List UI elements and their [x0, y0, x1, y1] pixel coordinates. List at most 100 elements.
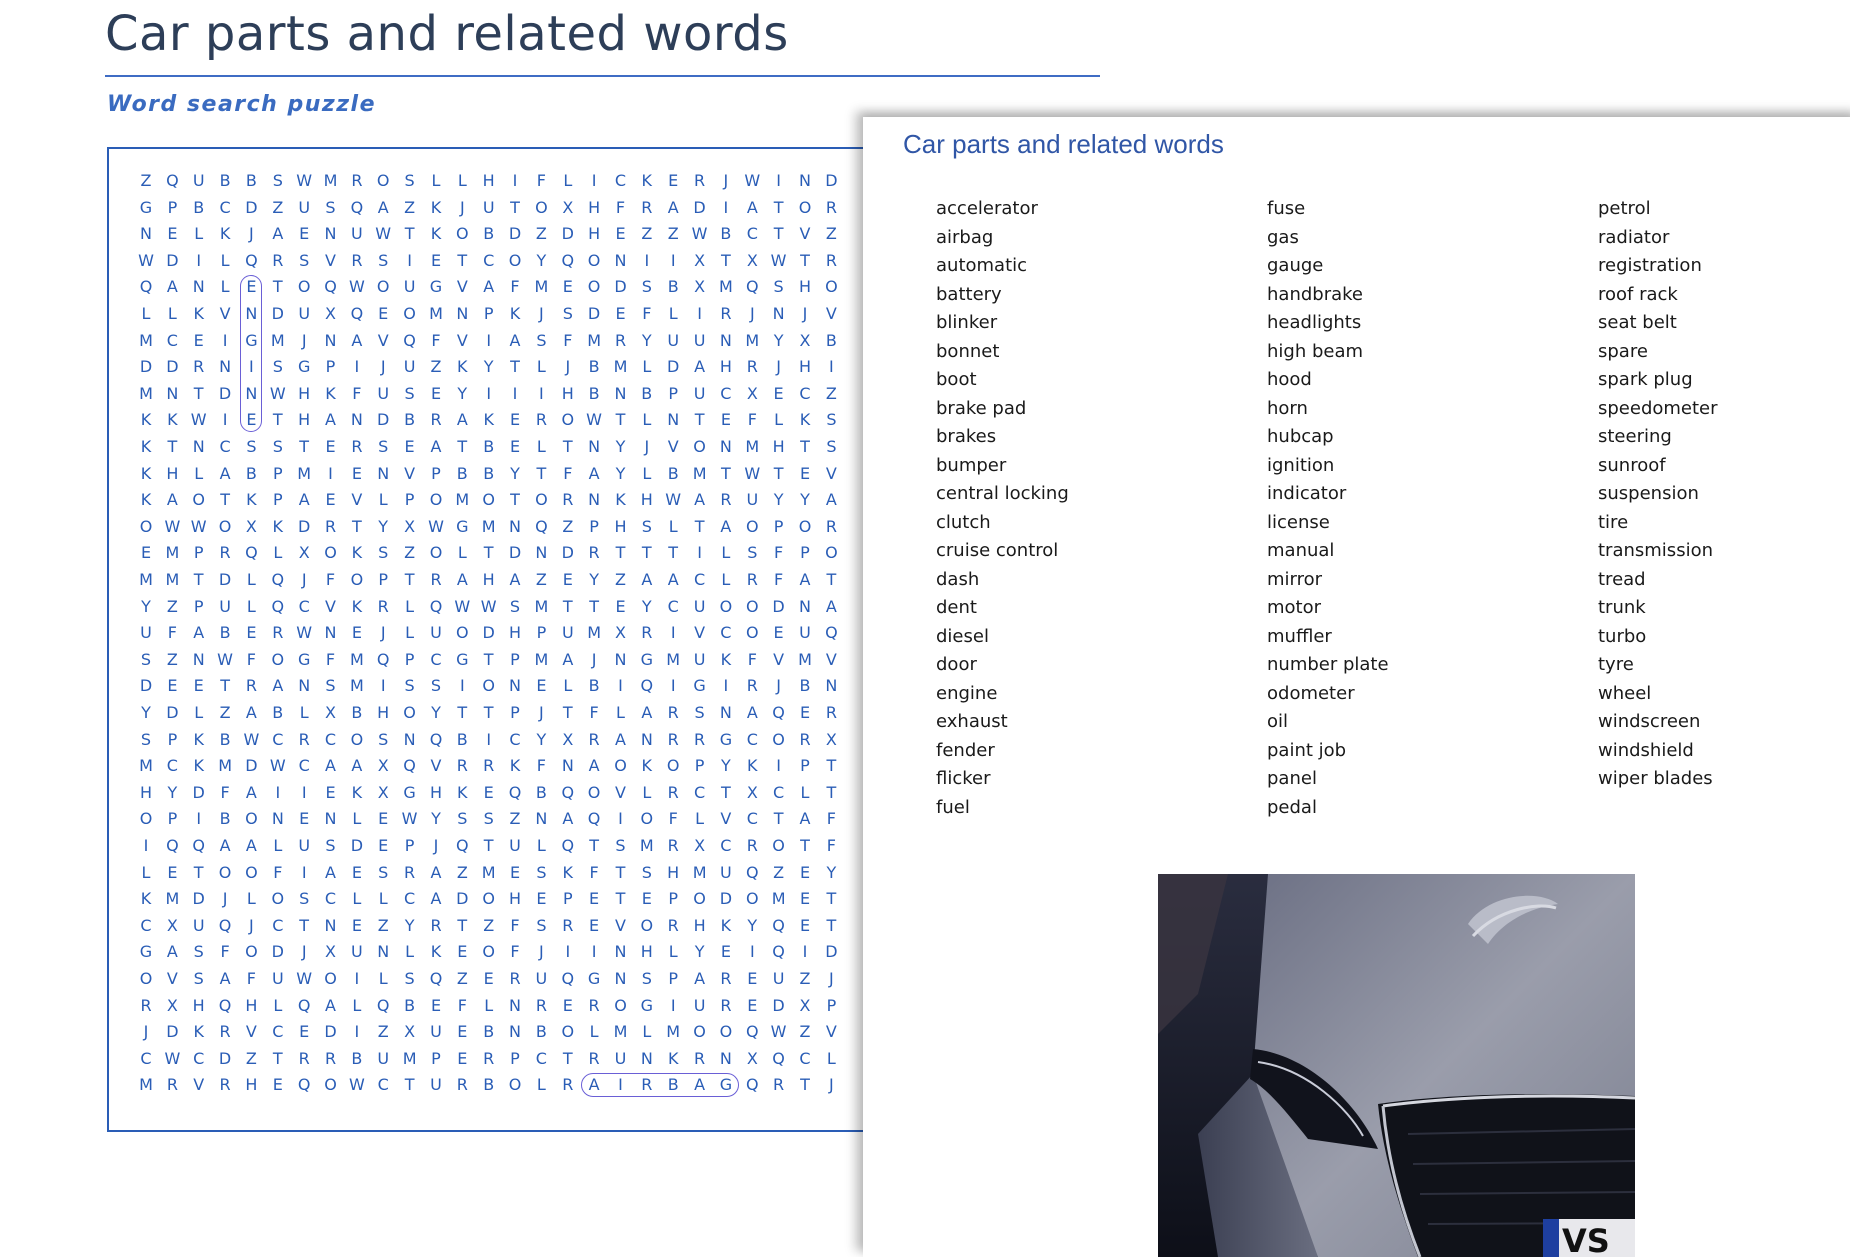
grid-letter: M — [139, 383, 153, 403]
word-list-item: suspension — [1598, 483, 1699, 504]
grid-letter: Q — [746, 1075, 759, 1095]
word-list-item: tread — [1598, 568, 1646, 590]
grid-letter: L — [668, 516, 678, 536]
grid-letter: J — [776, 676, 781, 696]
grid-letter: S — [694, 703, 705, 722]
grid-letter: F — [325, 649, 336, 669]
word-list-title: Car parts and related words — [903, 129, 1224, 159]
grid-letter: P — [378, 570, 389, 589]
grid-letter: E — [641, 889, 652, 909]
grid-letter: S — [140, 649, 152, 669]
grid-letter: F — [510, 942, 520, 962]
grid-letter: O — [139, 516, 153, 536]
grid-letter: A — [272, 676, 284, 696]
grid-letter: R — [430, 915, 442, 935]
grid-letter: N — [350, 410, 363, 430]
grid-letter: T — [721, 463, 731, 483]
grid-letter: O — [693, 437, 706, 456]
grid-letter: E — [720, 942, 731, 962]
grid-letter: I — [591, 171, 597, 190]
grid-letter: H — [508, 623, 522, 643]
grid-letter: L — [299, 703, 309, 722]
grid-letter: N — [324, 809, 337, 829]
grid-letter: A — [483, 277, 495, 297]
grid-letter: R — [667, 729, 679, 749]
grid-letter: Z — [483, 915, 495, 935]
grid-letter: O — [693, 889, 706, 909]
grid-letter: E — [509, 437, 521, 456]
grid-letter: S — [536, 330, 547, 350]
grid-letter: P — [694, 756, 705, 776]
grid-letter: C — [746, 729, 758, 749]
grid-letter: D — [192, 782, 205, 802]
grid-letter: D — [350, 836, 364, 855]
grid-letter: Z — [404, 543, 416, 563]
grid-letter: X — [615, 623, 626, 643]
grid-letter: A — [456, 410, 468, 430]
grid-letter: J — [776, 357, 781, 377]
grid-letter: T — [694, 410, 705, 430]
grid-letter: E — [167, 862, 178, 882]
grid-letter: C — [799, 383, 811, 403]
grid-letter: C — [535, 1048, 547, 1068]
grid-letter: S — [325, 676, 336, 696]
grid-letter: D — [587, 304, 601, 323]
word-list-item: petrol — [1598, 198, 1651, 219]
grid-letter: P — [404, 490, 415, 510]
grid-letter: Z — [641, 224, 653, 244]
grid-letter: M — [534, 277, 549, 297]
grid-letter: P — [589, 516, 599, 536]
word-list-item: automatic — [936, 255, 1028, 276]
grid-letter: T — [562, 596, 573, 616]
word-list-item: number plate — [1267, 654, 1389, 675]
grid-letter: X — [562, 729, 574, 749]
grid-letter: Q — [297, 1075, 311, 1095]
grid-letter: G — [640, 649, 653, 669]
grid-letter: L — [457, 543, 467, 563]
grid-letter: S — [193, 969, 204, 988]
grid-letter: I — [644, 250, 650, 270]
grid-letter: T — [589, 596, 599, 616]
grid-letter: I — [723, 676, 729, 696]
grid-letter: F — [167, 623, 177, 643]
grid-letter: R — [588, 1048, 600, 1068]
grid-letter: S — [404, 171, 415, 190]
grid-letter: S — [404, 969, 415, 988]
grid-letter: J — [301, 570, 307, 589]
grid-letter: G — [297, 649, 311, 669]
grid-letter: Y — [641, 330, 652, 350]
grid-letter: N — [719, 1048, 732, 1068]
grid-letter: K — [167, 410, 178, 430]
grid-letter: K — [140, 437, 152, 456]
grid-letter: J — [539, 304, 544, 323]
grid-letter: Q — [376, 995, 390, 1015]
grid-letter: R — [272, 623, 284, 643]
grid-letter: P — [404, 649, 415, 669]
grid-letter: Z — [272, 197, 284, 217]
grid-letter: D — [719, 889, 733, 909]
grid-letter: S — [641, 516, 652, 536]
grid-letter: O — [245, 809, 258, 829]
grid-letter: U — [693, 383, 706, 403]
grid-letter: N — [614, 383, 627, 403]
grid-letter: R — [746, 570, 758, 589]
grid-letter: V — [720, 809, 732, 829]
grid-letter: C — [799, 1048, 811, 1068]
found-word-highlight-airbag — [581, 1073, 739, 1098]
grid-letter: Q — [587, 809, 601, 829]
word-list-item: motor — [1267, 597, 1322, 618]
grid-letter: F — [246, 649, 256, 669]
grid-letter: P — [773, 516, 784, 536]
grid-letter: L — [536, 437, 546, 456]
grid-letter: Q — [535, 516, 548, 536]
grid-letter: O — [218, 516, 232, 536]
grid-letter: F — [826, 809, 836, 829]
grid-letter: N — [192, 437, 205, 456]
grid-letter: U — [192, 915, 205, 935]
grid-letter: U — [430, 1075, 442, 1095]
grid-letter: C — [746, 224, 758, 244]
grid-letter: L — [589, 1022, 599, 1042]
grid-letter: N — [614, 649, 627, 669]
grid-letter: C — [720, 383, 732, 403]
grid-letter: I — [723, 197, 729, 217]
